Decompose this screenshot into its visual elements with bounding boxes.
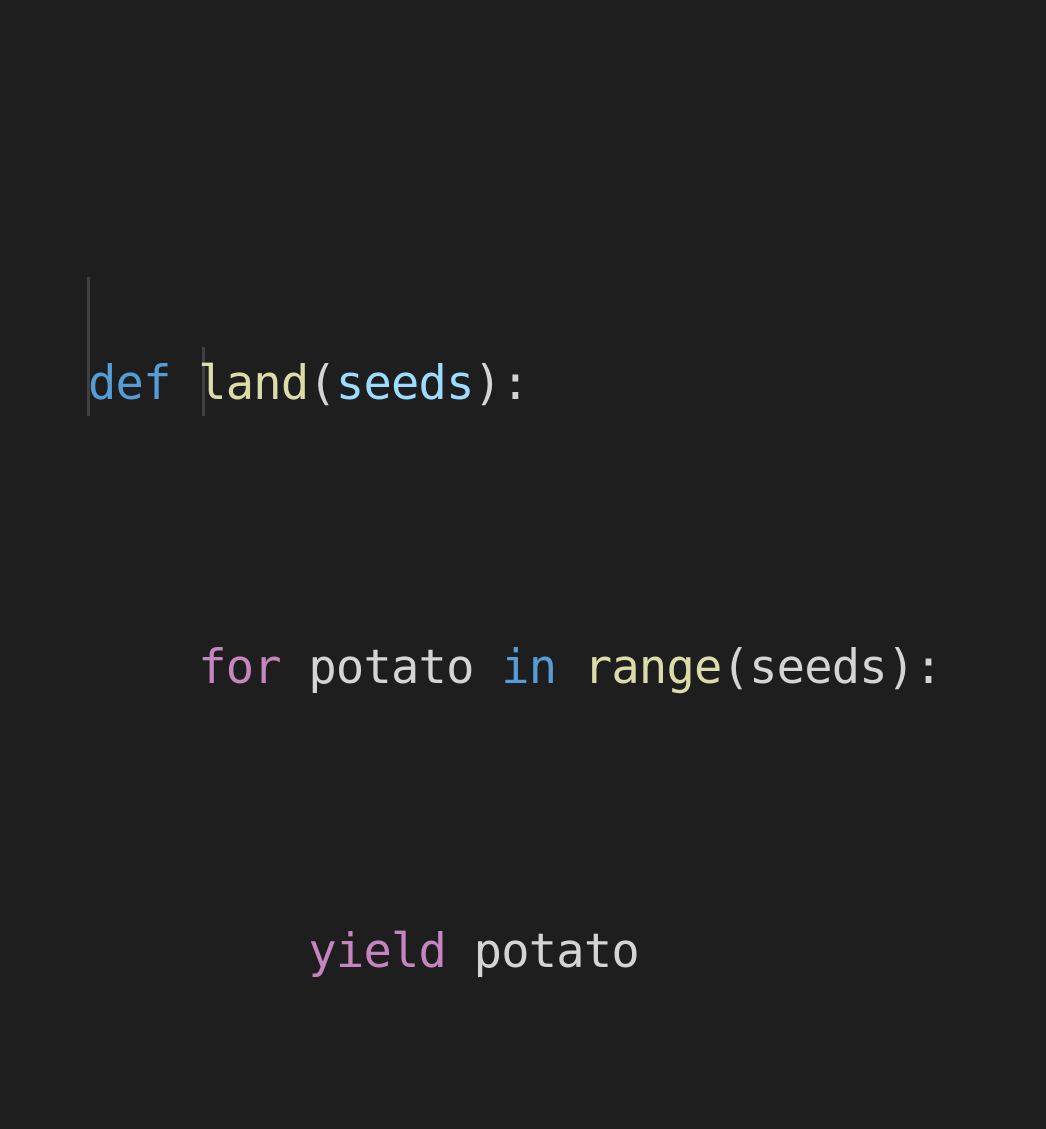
range-arguments: (seeds): xyxy=(721,640,943,695)
keyword-def: def xyxy=(88,356,171,411)
parameter-seeds: seeds xyxy=(335,356,474,411)
yield-value: potato xyxy=(446,924,640,979)
code-editor[interactable]: def land(seeds): for potato in range(see… xyxy=(0,0,1046,979)
keyword-for: for xyxy=(198,640,281,695)
close-paren-colon: ): xyxy=(473,356,530,411)
code-line-2[interactable]: for potato in range(seeds): xyxy=(88,632,943,703)
function-name: land xyxy=(198,356,309,411)
code-block[interactable]: def land(seeds): for potato in range(see… xyxy=(88,206,943,1129)
code-line-3[interactable]: yield potato xyxy=(88,916,942,987)
keyword-in: in xyxy=(501,640,557,695)
code-line-1[interactable]: def land(seeds): xyxy=(88,348,942,419)
builtin-range: range xyxy=(583,640,722,695)
keyword-yield: yield xyxy=(308,924,447,979)
loop-variable: potato xyxy=(280,640,502,695)
open-paren: ( xyxy=(308,356,336,411)
